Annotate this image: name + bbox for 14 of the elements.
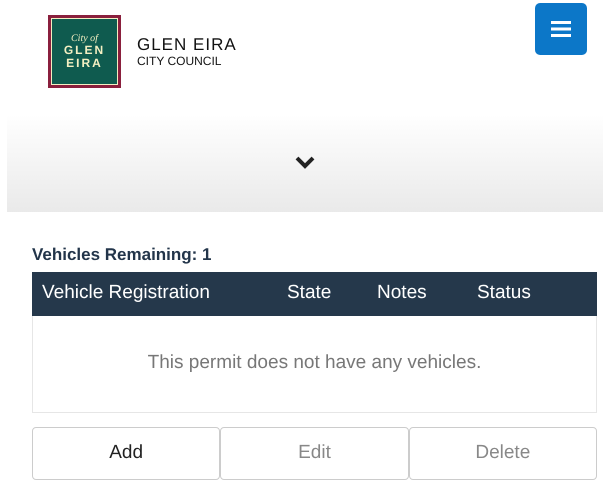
menu-icon	[551, 21, 571, 37]
brand-name: GLEN EIRA	[137, 36, 237, 55]
menu-button[interactable]	[535, 3, 587, 55]
column-header: Status	[477, 281, 532, 306]
logo-text: EIRA	[66, 56, 103, 70]
column-header: State	[287, 281, 332, 306]
logo-text: GLEN	[64, 44, 106, 57]
section-heading: Vehicles Remaining: 1	[32, 244, 213, 266]
column-header: Vehicle Registration	[41, 281, 211, 306]
empty-message: This permit does not have any vehicles.	[148, 351, 482, 376]
logo-text: City of	[71, 34, 98, 44]
brand-subtitle: CITY COUNCIL	[137, 54, 222, 68]
column-header: Notes	[377, 281, 428, 306]
action-button[interactable]: Add	[32, 426, 220, 480]
